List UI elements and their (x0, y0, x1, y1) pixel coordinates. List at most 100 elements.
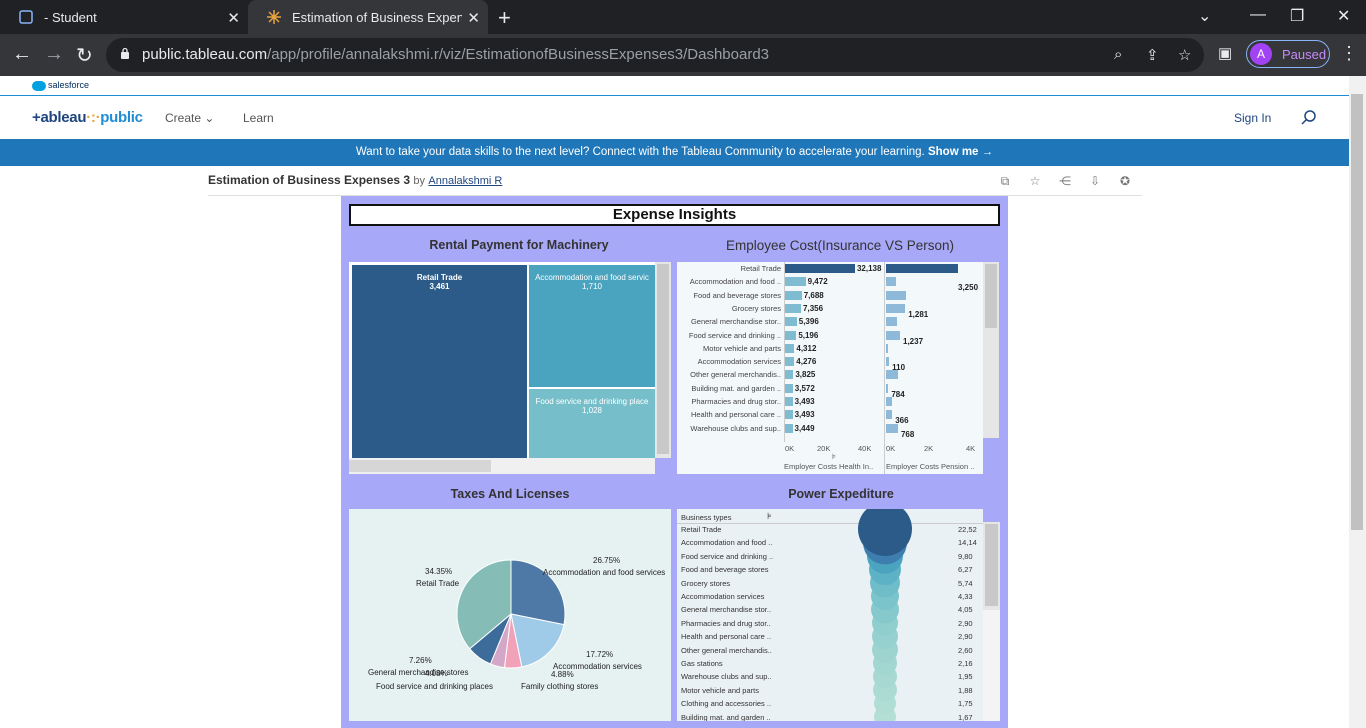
close-window-icon[interactable]: ✕ (1337, 6, 1350, 26)
download-icon[interactable]: ⇩ (1088, 174, 1102, 188)
profile-button[interactable]: A Paused (1246, 40, 1330, 68)
forward-icon[interactable]: → (44, 43, 64, 66)
health-bar[interactable] (785, 383, 793, 393)
tab-student[interactable]: - Student ✕ (0, 0, 248, 34)
address-bar[interactable]: public.tableau.com/app/profile/annalaksh… (106, 38, 1204, 72)
health-bar-value: 3,449 (794, 423, 815, 433)
health-bar[interactable] (785, 264, 855, 273)
health-bar[interactable] (785, 370, 794, 380)
employee-vscroll[interactable] (983, 262, 999, 438)
tab-estimation[interactable]: Estimation of Business Expenses ✕ (248, 0, 488, 34)
treemap-hscroll[interactable] (349, 458, 655, 474)
zoom-icon[interactable]: ⌕ (1114, 46, 1122, 63)
bar-category-label: Motor vehicle and parts (703, 343, 781, 353)
pension-bar[interactable] (886, 290, 906, 300)
health-bar-value: 5,396 (798, 317, 819, 327)
power-row-value: 1,88 (958, 685, 973, 695)
pension-bar[interactable] (886, 330, 900, 340)
favorite-star-icon[interactable]: ☆ (1028, 174, 1042, 188)
power-row-label: Building mat. and garden .. (681, 712, 771, 721)
health-bar[interactable] (785, 277, 806, 287)
sort-icon[interactable]: ⊧ (832, 452, 836, 461)
dashboard: Expense Insights Rental Payment for Mach… (341, 196, 1008, 728)
page-scrollbar[interactable] (1349, 76, 1366, 728)
tableau-public-logo[interactable]: +ableau·:·public (32, 109, 143, 126)
health-bar-value: 7,688 (803, 290, 824, 300)
health-bar[interactable] (785, 423, 793, 433)
restore-icon[interactable]: ❐ (1290, 6, 1304, 26)
health-bar-value: 32,138 (856, 264, 882, 273)
health-bar[interactable] (785, 343, 795, 353)
salesforce-logo[interactable]: salesforce (32, 80, 93, 92)
badge-icon[interactable]: ✪ (1118, 174, 1132, 188)
pension-bar-value: 3,250 (958, 283, 979, 293)
pension-bar[interactable] (886, 370, 899, 380)
close-tab-icon[interactable]: ✕ (467, 9, 480, 27)
treemap-cell[interactable]: Retail Trade 3,461 (352, 265, 527, 458)
close-tab-icon[interactable]: ✕ (227, 9, 240, 27)
new-tab-icon[interactable]: + (498, 5, 511, 31)
tab-search-icon[interactable]: ⌄ (1198, 6, 1211, 26)
pension-bar[interactable] (886, 410, 893, 420)
pension-bar[interactable] (886, 343, 888, 353)
scroll-thumb[interactable] (1351, 94, 1363, 530)
pie-label: 7.26% (409, 656, 432, 665)
bar-category-label: Retail Trade (740, 264, 781, 273)
author-link[interactable]: Annalakshmi R (428, 175, 502, 187)
pension-bar[interactable] (886, 303, 906, 313)
taxes-pie-chart: 26.75% Accommodation and food services 1… (349, 509, 671, 721)
power-row-label: Warehouse clubs and sup.. (681, 672, 772, 682)
bar-category-label: Grocery stores (731, 303, 781, 313)
treemap-value: 1,710 (581, 282, 603, 291)
pension-bar[interactable] (886, 317, 897, 327)
pension-bar[interactable] (886, 277, 897, 287)
health-bar[interactable] (785, 410, 793, 420)
treemap-vscroll[interactable] (655, 262, 671, 458)
power-row-label: Grocery stores (681, 578, 731, 588)
employee-title: Employee Cost(Insurance VS Person) (725, 238, 955, 253)
pension-bar[interactable] (886, 423, 898, 433)
menu-icon[interactable]: ⋮ (1340, 43, 1358, 64)
tab-title: - Student (44, 9, 97, 25)
health-bar-value: 5,196 (798, 330, 819, 340)
health-bar[interactable] (785, 397, 793, 406)
power-row-value: 4,33 (958, 592, 973, 601)
bar-category-label: Other general merchandis.. (690, 370, 781, 380)
health-bar[interactable] (785, 357, 795, 367)
minimize-icon[interactable]: — (1250, 6, 1266, 24)
bar-category-label: Accommodation and food .. (689, 277, 781, 287)
nav-create[interactable]: Create ⌄ (165, 111, 214, 125)
pension-bar[interactable] (886, 264, 958, 273)
power-vscroll[interactable] (983, 522, 1000, 610)
power-title: Power Expediture (788, 487, 894, 501)
tableau-icon (267, 10, 281, 24)
health-bar[interactable] (785, 330, 797, 340)
treemap-cell[interactable]: Food service and drinking place 1,028 (529, 389, 655, 458)
health-bar[interactable] (785, 290, 802, 300)
pension-bar[interactable] (886, 397, 892, 406)
treemap-cell[interactable]: Accommodation and food servic 1,710 (529, 265, 655, 387)
pie-label: 4.88% (551, 670, 574, 679)
lock-icon (121, 47, 129, 59)
health-bar[interactable] (785, 303, 802, 313)
health-axis-title: Employer Costs Health In.. (784, 462, 874, 471)
sign-in-link[interactable]: Sign In (1234, 111, 1271, 125)
share-icon[interactable]: ⋲ (1058, 174, 1072, 188)
show-me-link[interactable]: Show me → (928, 146, 993, 158)
share-icon[interactable]: ⇪ (1146, 46, 1159, 64)
health-bar[interactable] (785, 317, 797, 327)
back-icon[interactable]: ← (12, 43, 32, 66)
copy-icon[interactable]: ⧉ (998, 174, 1012, 188)
bookmark-star-icon[interactable]: ☆ (1178, 46, 1191, 64)
nav-learn[interactable]: Learn (243, 111, 274, 125)
reload-icon[interactable]: ↻ (76, 43, 93, 68)
power-row-value: 5,74 (958, 578, 973, 588)
health-bar-value: 7,356 (803, 303, 824, 313)
search-icon[interactable] (1300, 109, 1318, 127)
profile-status: Paused (1282, 46, 1327, 62)
pension-bar[interactable] (886, 383, 889, 393)
sidepanel-icon[interactable]: ▣ (1218, 44, 1232, 62)
bar-category-label: Health and personal care .. (690, 410, 781, 420)
browser-toolbar: ← → ↻ public.tableau.com/app/profile/ann… (0, 34, 1366, 76)
pension-bar[interactable] (886, 357, 890, 367)
